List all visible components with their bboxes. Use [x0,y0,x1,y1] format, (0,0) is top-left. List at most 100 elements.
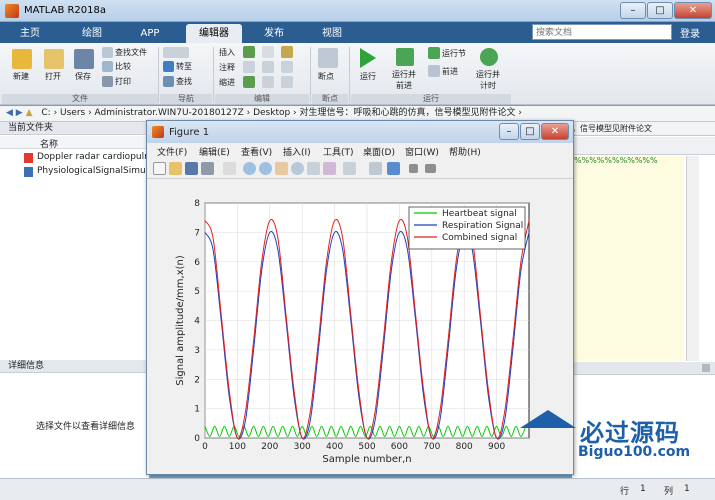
run-section-icon[interactable] [428,47,440,59]
figure-window[interactable]: Figure 1 – □ ✕ 文件(F) 编辑(E) 查看(V) 插入(I) 工… [146,120,574,475]
print-figure-icon[interactable] [201,162,214,175]
run-and-time-icon[interactable] [480,48,498,66]
close-button[interactable]: ✕ [674,2,712,19]
menu-desktop[interactable]: 桌面(D) [363,145,395,158]
y-tick-label: 3 [194,346,200,356]
run-and-advance-icon[interactable] [396,48,414,66]
minimize-button[interactable]: – [620,2,646,19]
maximize-button[interactable]: □ [647,2,673,19]
smart-indent-icon[interactable] [243,76,255,88]
goto-button[interactable]: 转至 [176,61,192,72]
show-plot-tools-icon[interactable] [425,164,436,173]
x-tick-label: 400 [326,442,343,452]
menu-window[interactable]: 窗口(W) [405,145,439,158]
login-link[interactable]: 登录 [680,25,700,40]
open-folder-icon[interactable] [44,49,64,69]
menu-view[interactable]: 查看(V) [241,145,272,158]
menu-insert[interactable]: 插入(I) [283,145,311,158]
rotate-3d-icon[interactable] [291,162,304,175]
print-button[interactable]: 打印 [115,76,131,87]
nav-back-icon[interactable]: ◀ [0,108,13,118]
fx-icon[interactable] [262,46,274,58]
open-button-label[interactable]: 打开 [45,71,61,82]
editor-scrollbar[interactable] [686,156,699,361]
goto-icon[interactable] [163,61,174,72]
figure-maximize-button[interactable]: □ [520,123,540,140]
code-line[interactable]: %%%%%%%%%%% [574,156,658,165]
save-icon[interactable] [74,49,94,69]
new-figure-icon[interactable] [153,162,166,175]
folder-up-icon[interactable]: ▲ [26,108,33,118]
print-icon[interactable] [102,76,113,87]
menu-tools[interactable]: 工具(T) [323,145,354,158]
list-item[interactable]: PhysiologicalSignalSimula [37,166,154,176]
data-cursor-icon[interactable] [307,162,320,175]
menu-edit[interactable]: 编辑(E) [199,145,230,158]
colorbar-icon[interactable] [369,162,382,175]
insert-section-icon[interactable] [243,46,255,58]
link-plot-icon[interactable] [343,162,356,175]
tab-view[interactable]: 视图 [312,24,352,43]
run-and-time-button[interactable]: 运行并 计时 [476,69,500,91]
comment-button[interactable]: 注释 [219,62,235,73]
run-section-button[interactable]: 运行节 [442,48,466,59]
column-name-header[interactable]: 名称 [40,137,58,150]
zoom-in-icon[interactable] [243,162,256,175]
breakpoint-button[interactable]: 断点 [318,71,334,82]
plot-area[interactable]: 0 100 200 300 400 500 600 700 800 900 0 1 2 3 4 5 6 7 8 Sam… [147,179,573,474]
decrease-indent-icon[interactable] [281,76,293,88]
column-header-row: 名称 [0,136,150,150]
indent-button[interactable]: 缩进 [219,77,235,88]
save-button-label[interactable]: 保存 [75,71,91,82]
line-chart[interactable]: 0 100 200 300 400 500 600 700 800 900 0 1 2 3 4 5 6 7 8 Sam… [147,179,573,474]
y-tick-label: 6 [194,258,200,268]
list-item[interactable]: Doppler radar cardiopulm [37,152,153,162]
figure-logo-icon [152,126,164,138]
m-file-icon [24,167,33,177]
panel-menu-icon[interactable] [702,364,710,372]
menu-file[interactable]: 文件(F) [157,145,187,158]
edit-plot-icon[interactable] [223,162,236,175]
tab-home[interactable]: 主页 [10,24,50,43]
run-button[interactable]: 运行 [360,71,376,82]
run-and-advance-button[interactable]: 运行并 前进 [392,69,416,91]
comment-icon[interactable] [243,61,255,73]
tab-editor[interactable]: 编辑器 [186,24,242,43]
increase-indent-icon[interactable] [262,76,274,88]
legend-icon[interactable] [387,162,400,175]
address-path[interactable]: C: › Users › Administrator.WIN7U-2018012… [41,108,522,118]
menu-help[interactable]: 帮助(H) [449,145,481,158]
breakpoint-icon[interactable] [318,48,338,68]
pan-icon[interactable] [275,162,288,175]
uncomment-icon[interactable] [262,61,274,73]
wrap-comment-icon[interactable] [281,61,293,73]
insert-button[interactable]: 插入 [219,47,235,58]
hide-plot-tools-icon[interactable] [409,164,418,173]
find-files-button[interactable]: 查找文件 [115,47,147,58]
advance-icon[interactable] [428,65,440,77]
new-button-label[interactable]: 新建 [13,71,29,82]
figure-close-button[interactable]: ✕ [541,123,569,140]
zoom-out-icon[interactable] [259,162,272,175]
figure-minimize-button[interactable]: – [499,123,519,140]
find-files-icon[interactable] [102,47,113,58]
compare-icon[interactable] [102,61,113,72]
new-file-icon[interactable] [12,49,32,69]
figure-title-bar[interactable]: Figure 1 – □ ✕ [147,121,573,143]
brush-icon[interactable] [323,162,336,175]
find-icon[interactable] [163,76,174,87]
insert-menu-icon[interactable] [281,46,293,58]
open-file-icon[interactable] [169,162,182,175]
search-documentation-input[interactable] [532,24,672,40]
tab-publish[interactable]: 发布 [254,24,294,43]
find-button[interactable]: 查找 [176,76,192,87]
tab-plots[interactable]: 绘图 [72,24,112,43]
tab-apps[interactable]: APP [130,24,170,43]
advance-button[interactable]: 前进 [442,66,458,77]
compare-button[interactable]: 比较 [115,61,131,72]
pdf-file-icon [24,153,33,163]
nav-forward-icon[interactable]: ▶ [16,108,23,118]
run-icon[interactable] [360,48,376,68]
back-forward-icon[interactable] [163,47,189,58]
save-figure-icon[interactable] [185,162,198,175]
